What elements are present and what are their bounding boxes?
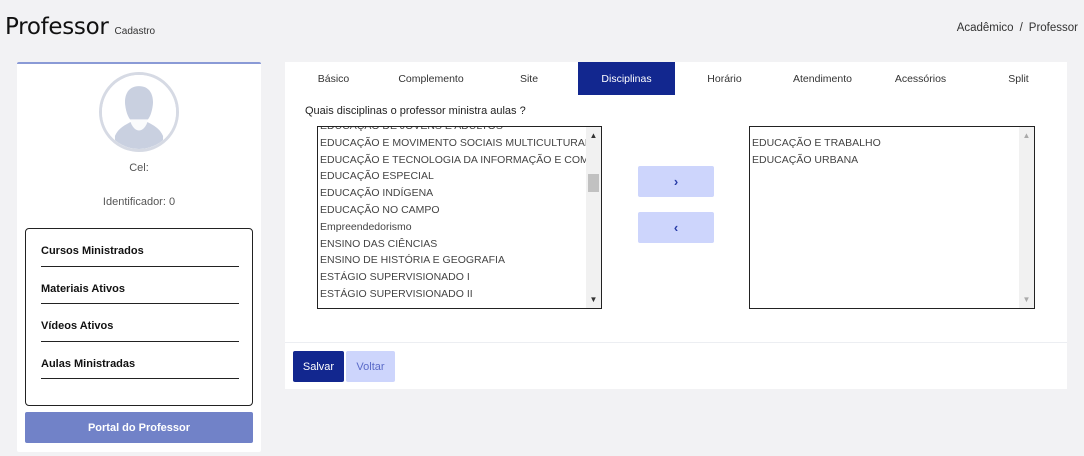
list-item[interactable]: EDUCAÇÃO ESPECIAL xyxy=(318,168,586,185)
selected-list-scrollbar[interactable]: ▲ ▼ xyxy=(1019,127,1034,308)
identificador-label: Identificador: 0 xyxy=(102,196,176,208)
list-item[interactable]: EDUCAÇÃO E TECNOLOGIA DA INFORMAÇÃO E CO… xyxy=(318,152,586,169)
divider xyxy=(285,342,1067,343)
tab-horario[interactable]: Horário xyxy=(675,62,774,95)
tab-basico[interactable]: Básico xyxy=(285,62,382,95)
page-subtitle: Cadastro xyxy=(114,26,156,37)
avatar xyxy=(99,72,179,152)
list-item[interactable]: EDUCAÇÃO NO CAMPO xyxy=(318,202,586,219)
list-item[interactable]: ESTÁGIO SUPERVISIONADO II xyxy=(318,286,586,303)
profile-sidebar: Cel: Identificador: 0 Cursos Ministrados… xyxy=(17,62,261,452)
available-disciplinas-list[interactable]: EDUCAÇÃO DE JOVENS E ADULTOS EDUCAÇÃO E … xyxy=(317,126,602,309)
tab-bar: Básico Complemento Site Disciplinas Horá… xyxy=(285,62,1067,95)
remove-disciplina-button[interactable]: ‹ xyxy=(638,212,714,243)
scroll-down-arrow-icon[interactable]: ▼ xyxy=(586,292,601,307)
stat-aulas-ministradas: Aulas Ministradas xyxy=(41,342,239,379)
breadcrumb: Acadêmico / Professor xyxy=(957,22,1078,34)
tab-atendimento[interactable]: Atendimento xyxy=(774,62,871,95)
stat-materiais-ativos: Materiais Ativos xyxy=(41,267,239,304)
user-silhouette-icon xyxy=(102,75,176,149)
list-item[interactable]: EDUCAÇÃO DE JOVENS E ADULTOS xyxy=(318,127,586,135)
list-item[interactable]: EDUCAÇÃO INDÍGENA xyxy=(318,185,586,202)
stat-cursos-ministrados: Cursos Ministrados xyxy=(41,229,239,267)
list-item[interactable]: EDUCAÇÃO E MOVIMENTO SOCIAIS MULTICULTUR… xyxy=(318,135,586,152)
list-item[interactable]: Empreendedorismo xyxy=(318,219,586,236)
scroll-down-arrow-icon[interactable]: ▼ xyxy=(1019,292,1034,307)
portal-professor-button[interactable]: Portal do Professor xyxy=(25,412,253,443)
stats-box: Cursos Ministrados Materiais Ativos Víde… xyxy=(25,228,253,406)
tab-site[interactable]: Site xyxy=(480,62,578,95)
main-card: Básico Complemento Site Disciplinas Horá… xyxy=(285,62,1067,389)
list-item[interactable]: ENSINO DAS CIÊNCIAS xyxy=(318,236,586,253)
tab-split[interactable]: Split xyxy=(970,62,1067,95)
selected-disciplinas-list[interactable]: EDUCAÇÃO E TRABALHO EDUCAÇÃO URBANA ▲ ▼ xyxy=(749,126,1035,309)
page-title: Professor xyxy=(5,14,109,40)
save-button[interactable]: Salvar xyxy=(293,351,344,382)
list-item[interactable]: EDUCAÇÃO E TRABALHO xyxy=(750,135,1019,152)
stat-videos-ativos: Vídeos Ativos xyxy=(41,304,239,342)
breadcrumb-item-academico[interactable]: Acadêmico xyxy=(957,22,1014,34)
breadcrumb-item-professor: Professor xyxy=(1028,22,1078,34)
tab-disciplinas[interactable]: Disciplinas xyxy=(578,62,675,95)
scroll-up-arrow-icon[interactable]: ▲ xyxy=(586,128,601,143)
available-list-scrollbar[interactable]: ▲ ▼ xyxy=(586,127,601,308)
back-button[interactable]: Voltar xyxy=(346,351,395,382)
tab-acessorios[interactable]: Acessórios xyxy=(871,62,970,95)
cel-label: Cel: xyxy=(129,162,149,174)
list-item[interactable]: EDUCAÇÃO URBANA xyxy=(750,152,1019,169)
add-disciplina-button[interactable]: › xyxy=(638,166,714,197)
page-header: Professor Cadastro xyxy=(5,14,155,40)
disciplinas-question: Quais disciplinas o professor ministra a… xyxy=(305,105,526,117)
list-item[interactable]: ENSINO DE HISTÓRIA E GEOGRAFIA xyxy=(318,252,586,269)
scroll-up-arrow-icon[interactable]: ▲ xyxy=(1019,128,1034,143)
tab-complemento[interactable]: Complemento xyxy=(382,62,480,95)
breadcrumb-separator: / xyxy=(1019,22,1023,34)
list-item[interactable]: ESTÁGIO SUPERVISIONADO I xyxy=(318,269,586,286)
scrollbar-thumb[interactable] xyxy=(588,174,599,192)
